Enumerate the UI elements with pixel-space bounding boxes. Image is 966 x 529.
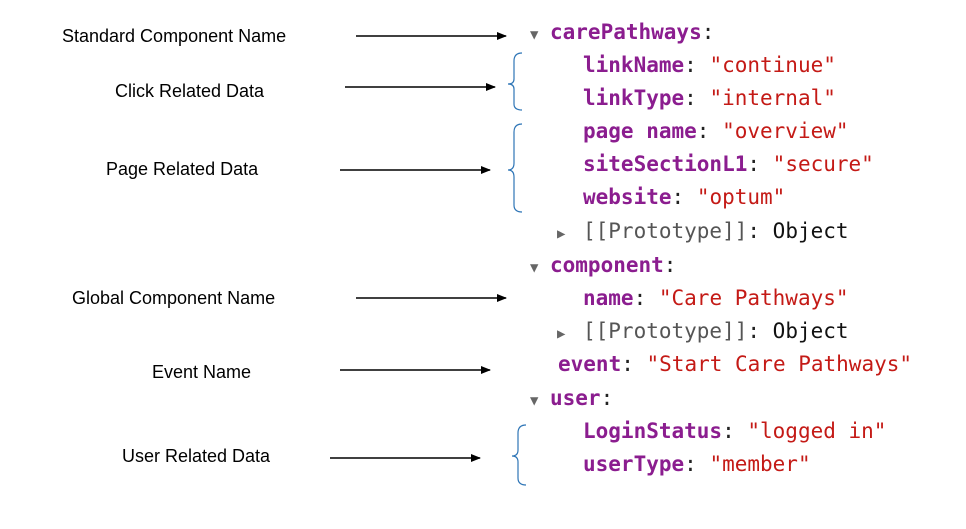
bracket-click xyxy=(507,52,523,111)
tree-row-user[interactable]: ▼ user: xyxy=(530,385,613,414)
bracket-page xyxy=(507,123,523,213)
tree-row-component[interactable]: ▼ component: xyxy=(530,252,676,281)
tree-row-name: name: "Care Pathways" xyxy=(583,286,849,310)
tree-row-prototype-2[interactable]: ▶ [[Prototype]]: Object xyxy=(557,318,849,347)
bracket-user xyxy=(511,424,527,486)
tree-row-website: website: "optum" xyxy=(583,185,786,209)
tree-row-carepathways[interactable]: ▼ carePathways: xyxy=(530,19,714,48)
tree-row-sitesection: siteSectionL1: "secure" xyxy=(583,152,874,176)
tree-row-pagename: page name: "overview" xyxy=(583,119,849,143)
tree-row-prototype-1[interactable]: ▶ [[Prototype]]: Object xyxy=(557,218,849,247)
expanded-triangle-icon[interactable]: ▼ xyxy=(530,388,550,414)
expanded-triangle-icon[interactable]: ▼ xyxy=(530,22,550,48)
tree-row-linktype: linkType: "internal" xyxy=(583,86,836,110)
connector-overlay xyxy=(330,32,527,486)
collapsed-triangle-icon[interactable]: ▶ xyxy=(557,321,583,347)
tree-row-linkname: linkName: "continue" xyxy=(583,53,836,77)
tree-row-event: event: "Start Care Pathways" xyxy=(558,352,913,376)
tree-row-usertype: userType: "member" xyxy=(583,452,811,476)
expanded-triangle-icon[interactable]: ▼ xyxy=(530,255,550,281)
collapsed-triangle-icon[interactable]: ▶ xyxy=(557,221,583,247)
tree-row-loginstatus: LoginStatus: "logged in" xyxy=(583,419,887,443)
